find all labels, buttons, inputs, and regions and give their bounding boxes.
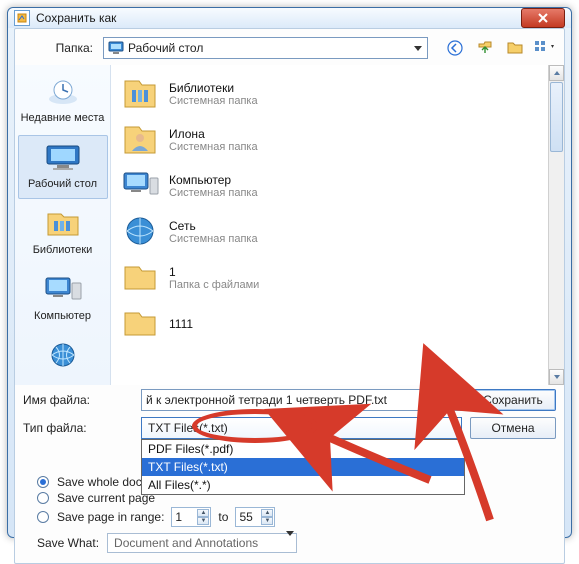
computer-icon (119, 165, 161, 207)
desktop-icon (108, 40, 124, 56)
list-item[interactable]: 1Папка с файлами (115, 255, 544, 301)
file-subtitle: Системная папка (169, 95, 258, 107)
dialog-body: Папка: Рабочий стол (14, 28, 565, 564)
filetype-option[interactable]: PDF Files(*.pdf) (142, 440, 464, 458)
file-name: Илона (169, 127, 258, 141)
folder-label: Папка: (23, 41, 93, 55)
user-folder-icon (119, 119, 161, 161)
list-item[interactable]: БиблиотекиСистемная папка (115, 71, 544, 117)
file-name: Компьютер (169, 173, 258, 187)
save-what-combo[interactable]: Document and Annotations (107, 533, 297, 553)
desktop-icon (43, 142, 83, 174)
cancel-button[interactable]: Отмена (470, 417, 556, 439)
network-icon (43, 340, 83, 372)
list-item[interactable]: СетьСистемная папка (115, 209, 544, 255)
network-icon (119, 211, 161, 253)
titlebar[interactable]: Сохранить как (8, 8, 571, 28)
chevron-down-icon (286, 536, 294, 550)
save-as-dialog: Сохранить как Папка: Рабочий стол (7, 7, 572, 538)
radio-save-whole[interactable] (37, 476, 49, 488)
radio-save-current[interactable] (37, 492, 49, 504)
range-from-input[interactable]: 1▲▼ (171, 507, 211, 527)
filename-label: Имя файла: (23, 393, 133, 407)
place-label: Недавние места (21, 112, 105, 124)
app-icon (14, 10, 30, 26)
file-list[interactable]: БиблиотекиСистемная папка ИлонаСистемная… (111, 65, 564, 385)
place-libraries[interactable]: Библиотеки (18, 201, 108, 265)
scroll-track[interactable] (549, 153, 564, 369)
chevron-down-icon (450, 422, 458, 436)
recent-icon (43, 76, 83, 108)
libraries-icon (119, 73, 161, 115)
file-name: Сеть (169, 219, 258, 233)
list-item[interactable]: КомпьютерСистемная папка (115, 163, 544, 209)
chevron-down-icon (411, 41, 425, 55)
folder-icon (119, 303, 161, 345)
main-split: Недавние места Рабочий стол Библиотеки (15, 65, 564, 385)
place-network[interactable] (18, 333, 108, 385)
place-label: Рабочий стол (21, 178, 105, 190)
file-name: 1 (169, 265, 259, 279)
filetype-option[interactable]: All Files(*.*) (142, 476, 464, 494)
folder-toolbar: Папка: Рабочий стол (15, 29, 564, 65)
folder-icon (119, 257, 161, 299)
place-desktop[interactable]: Рабочий стол (18, 135, 108, 199)
filetype-option[interactable]: TXT Files(*.txt) (142, 458, 464, 476)
scroll-up-icon[interactable] (549, 65, 564, 81)
place-label: Компьютер (21, 310, 105, 322)
close-button[interactable] (521, 8, 565, 28)
window-title: Сохранить как (36, 11, 521, 25)
view-menu-icon[interactable] (534, 37, 556, 59)
folder-combo-text: Рабочий стол (128, 41, 203, 55)
file-subtitle: Папка с файлами (169, 279, 259, 291)
folder-combo[interactable]: Рабочий стол (103, 37, 428, 59)
scroll-down-icon[interactable] (549, 369, 564, 385)
filename-input[interactable] (141, 389, 462, 411)
range-to-label: to (218, 510, 228, 524)
filetype-dropdown[interactable]: PDF Files(*.pdf) TXT Files(*.txt) All Fi… (141, 439, 465, 495)
file-name: 1111 (169, 317, 193, 331)
file-subtitle: Системная папка (169, 141, 258, 153)
scroll-thumb[interactable] (550, 82, 563, 152)
filetype-combo[interactable]: TXT Files(*.txt) (141, 417, 462, 439)
place-label: Библиотеки (21, 244, 105, 256)
list-item[interactable]: 1111 (115, 301, 544, 347)
file-subtitle: Системная папка (169, 187, 258, 199)
new-folder-icon[interactable] (504, 37, 526, 59)
list-item[interactable]: ИлонаСистемная папка (115, 117, 544, 163)
save-what-label: Save What: (37, 536, 99, 550)
place-recent[interactable]: Недавние места (18, 69, 108, 133)
back-icon[interactable] (444, 37, 466, 59)
filetype-value: TXT Files(*.txt) (148, 421, 228, 435)
bottom-form: Имя файла: Сохранить Тип файла: TXT File… (15, 385, 564, 563)
vertical-scrollbar[interactable] (548, 65, 564, 385)
computer-icon (43, 274, 83, 306)
place-computer[interactable]: Компьютер (18, 267, 108, 331)
save-what-value: Document and Annotations (114, 536, 258, 550)
filetype-label: Тип файла: (23, 421, 133, 435)
places-bar: Недавние места Рабочий стол Библиотеки (15, 65, 111, 385)
libraries-icon (43, 208, 83, 240)
save-button[interactable]: Сохранить (470, 389, 556, 411)
up-icon[interactable] (474, 37, 496, 59)
radio-save-range[interactable] (37, 511, 49, 523)
range-to-input[interactable]: 55▲▼ (235, 507, 275, 527)
file-subtitle: Системная папка (169, 233, 258, 245)
radio-label: Save page in range: (57, 510, 164, 524)
file-name: Библиотеки (169, 81, 258, 95)
